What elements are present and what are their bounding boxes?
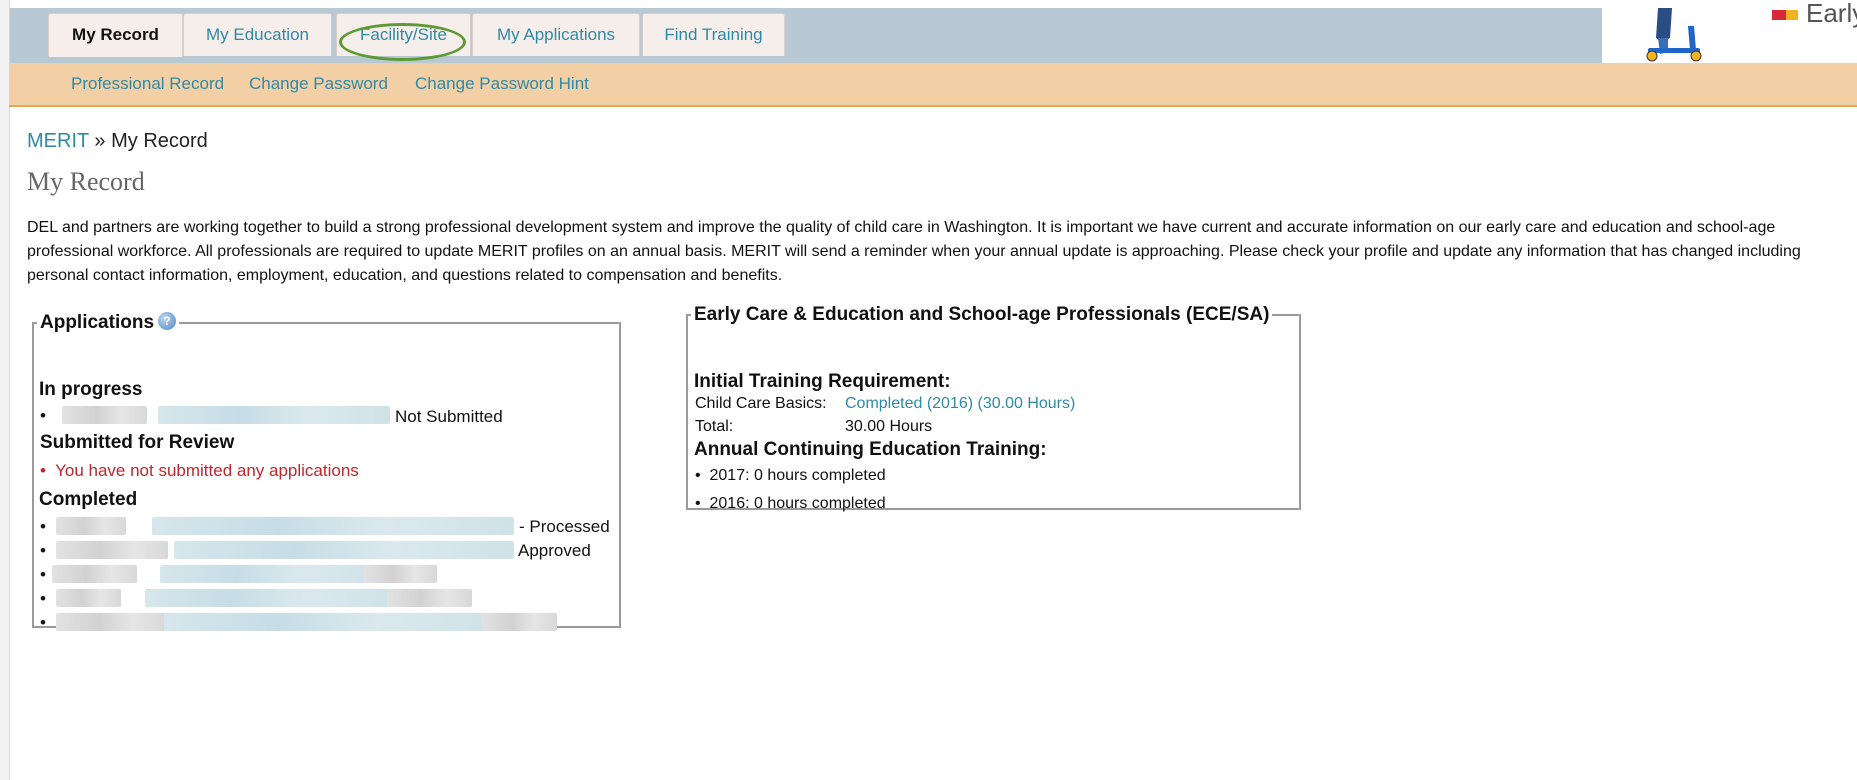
child-on-scooter-icon <box>1646 8 1702 62</box>
redacted-link[interactable] <box>164 613 492 631</box>
redacted-link[interactable] <box>152 517 514 535</box>
in-progress-heading: In progress <box>39 379 143 400</box>
redacted-link[interactable] <box>160 565 380 583</box>
redacted-link[interactable] <box>158 406 390 424</box>
ece-panel: Early Care & Education and School-age Pr… <box>686 304 1301 512</box>
redacted-name <box>62 406 147 424</box>
initial-training-heading: Initial Training Requirement: <box>694 371 951 392</box>
applications-panel: Applications? In progress • Not Submitte… <box>32 312 621 632</box>
completed-item: • <box>40 565 46 584</box>
completed-heading: Completed <box>39 489 138 510</box>
logo-yellow-block <box>1786 10 1798 21</box>
tab-my-record[interactable]: My Record <box>48 13 183 57</box>
in-progress-item: • <box>40 406 46 425</box>
tab-facility-site[interactable]: Facility/Site <box>336 13 471 56</box>
completed-status: - Processed <box>519 517 610 536</box>
annual-item-text: 2016: 0 hours completed <box>709 495 886 512</box>
intro-paragraph: DEL and partners are working together to… <box>27 219 1801 284</box>
logo-word: Early <box>1806 0 1857 28</box>
logo-red-block <box>1772 10 1786 21</box>
redacted-link[interactable] <box>174 541 514 559</box>
tab-my-education[interactable]: My Education <box>183 13 332 56</box>
submitted-heading: Submitted for Review <box>40 432 235 453</box>
logo: Early <box>1602 0 1857 63</box>
submitted-empty-text: You have not submitted any applications <box>55 461 359 480</box>
breadcrumb: MERIT » My Record <box>27 130 208 153</box>
in-progress-status: Not Submitted <box>395 407 503 426</box>
ece-legend: Early Care & Education and School-age Pr… <box>694 304 1270 325</box>
applications-legend: Applications? <box>37 312 179 334</box>
subnav-change-password-hint[interactable]: Change Password Hint <box>415 74 589 94</box>
child-care-basics-link[interactable]: Completed (2016) (30.00 Hours) <box>845 395 1075 413</box>
page: My Record My Education Facility/Site My … <box>0 0 1857 780</box>
subnav-professional-record[interactable]: Professional Record <box>71 74 224 94</box>
completed-status: Approved <box>518 541 591 560</box>
applications-legend-text: Applications <box>40 312 155 333</box>
completed-item: • <box>40 541 46 560</box>
logo-text: Early <box>1772 0 1857 29</box>
redacted-status <box>482 613 557 631</box>
annual-item: • 2017: 0 hours completed <box>695 467 886 484</box>
redacted-status <box>364 565 437 583</box>
tab-my-applications[interactable]: My Applications <box>472 13 640 56</box>
breadcrumb-current: My Record <box>111 130 208 152</box>
redacted-link[interactable] <box>145 589 391 607</box>
total-label: Total: <box>695 418 734 435</box>
subnav-change-password[interactable]: Change Password <box>249 74 388 94</box>
left-edge <box>0 0 10 780</box>
annual-training-heading: Annual Continuing Education Training: <box>694 439 1047 460</box>
completed-item: • <box>40 613 46 632</box>
annual-item: • 2016: 0 hours completed <box>695 495 886 512</box>
redacted-name <box>56 589 121 607</box>
redacted-status <box>387 589 472 607</box>
breadcrumb-separator: » <box>94 130 106 152</box>
annual-item-text: 2017: 0 hours completed <box>709 467 886 484</box>
redacted-name <box>52 565 137 583</box>
page-title: My Record <box>27 167 145 196</box>
redacted-name <box>56 517 126 535</box>
question-circle-icon[interactable]: ? <box>158 312 177 330</box>
redacted-name <box>56 541 168 559</box>
tab-find-training[interactable]: Find Training <box>642 13 785 56</box>
breadcrumb-merit-link[interactable]: MERIT <box>27 130 89 152</box>
top-edge <box>0 0 1857 8</box>
redacted-name <box>56 613 166 631</box>
total-value: 30.00 Hours <box>845 418 933 435</box>
child-care-basics-label: Child Care Basics: <box>695 395 827 412</box>
submitted-empty-item: • You have not submitted any application… <box>40 461 359 480</box>
completed-item: • <box>40 589 46 608</box>
sub-navigation: Professional Record Change Password Chan… <box>9 63 1857 107</box>
completed-item: • <box>40 517 46 536</box>
